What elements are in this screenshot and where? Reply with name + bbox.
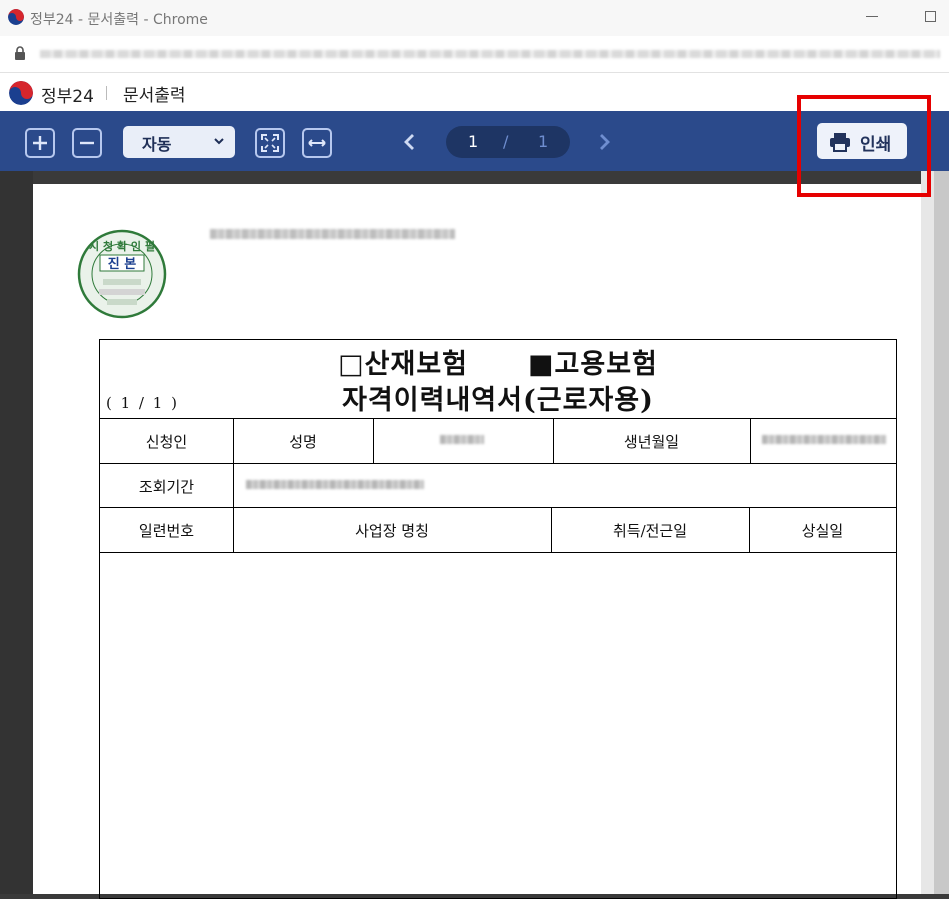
fit-width-button[interactable]: [302, 128, 332, 158]
viewport-right-margin: [921, 171, 934, 894]
seal-top-text: 시 청 확 인 필: [89, 239, 155, 253]
official-seal-icon: 시 청 확 인 필 진 본: [77, 229, 167, 319]
zoom-in-button[interactable]: [25, 128, 55, 158]
table-rule: [750, 418, 751, 463]
seal-center-text: 진 본: [108, 256, 136, 272]
fit-width-icon: [308, 139, 326, 147]
industrial-accident-insurance-option: □산재보험: [338, 349, 468, 380]
zoom-in-icon: [33, 136, 47, 150]
inquiry-period-value-blurred: [246, 480, 424, 489]
table-rule: [100, 507, 896, 508]
column-workplace-name: 사업장 명칭: [355, 522, 429, 540]
url-text-blurred[interactable]: [40, 50, 940, 58]
fit-page-button[interactable]: [255, 128, 285, 158]
column-loss-date: 상실일: [801, 522, 844, 540]
name-label: 성명: [289, 433, 317, 451]
scrollbar[interactable]: [934, 171, 949, 894]
qualification-history-form: □산재보험 ■고용보험 자격이력내역서(근로자용) ( 1 / 1 ) 신청인 성…: [99, 339, 897, 899]
zoom-out-button[interactable]: [72, 128, 102, 158]
page-separator: /: [503, 132, 509, 151]
window-title: 정부24 - 문서출력 - Chrome: [30, 12, 208, 28]
chevron-down-icon: [214, 138, 224, 145]
table-rule: [100, 418, 896, 419]
minimize-icon[interactable]: [866, 16, 878, 17]
issuer-info-blurred: [210, 229, 455, 239]
birth-date-label: 생년월일: [623, 433, 680, 451]
browser-title-bar: 정부24 - 문서출력 - Chrome: [0, 0, 949, 36]
form-title-line2: 자격이력내역서(근로자용): [342, 385, 654, 416]
applicant-label: 신청인: [145, 433, 188, 451]
print-button-highlight: [797, 95, 931, 197]
column-serial-number: 일련번호: [138, 522, 195, 540]
zoom-out-icon: [80, 141, 94, 145]
birth-date-value-blurred: [762, 435, 886, 444]
maximize-icon[interactable]: [925, 11, 936, 22]
inquiry-period-label: 조회기간: [138, 478, 195, 496]
form-title-line1: □산재보험 ■고용보험: [100, 342, 896, 381]
table-rule: [233, 463, 234, 507]
document-page: 시 청 확 인 필 진 본 □산재보험 ■고용보험 자격이력내역서(근로자용) (…: [33, 184, 921, 899]
lock-icon: [15, 46, 25, 60]
table-rule: [373, 418, 374, 463]
zoom-value: 자동: [142, 135, 172, 154]
viewport-left-margin: [0, 171, 33, 894]
name-value-blurred: [440, 435, 484, 444]
prev-page-icon[interactable]: [401, 133, 419, 151]
table-rule: [100, 552, 896, 553]
employment-insurance-option: ■고용보험: [528, 349, 658, 380]
fit-page-icon: [261, 134, 279, 152]
total-pages: 1: [538, 132, 549, 151]
header-divider: [106, 86, 107, 100]
gov24-logo-icon: [9, 81, 33, 105]
current-page[interactable]: 1: [468, 132, 478, 151]
column-acquisition-date: 취득/전근일: [612, 522, 688, 540]
next-page-icon[interactable]: [595, 133, 613, 151]
gov24-logo-icon: [8, 9, 24, 25]
page-indicator[interactable]: 1 / 1: [446, 126, 570, 158]
table-rule: [100, 463, 896, 464]
form-page-indicator: ( 1 / 1 ): [106, 394, 179, 412]
brand-name: 정부24: [41, 87, 94, 107]
address-bar[interactable]: [0, 36, 949, 73]
page-title: 문서출력: [123, 86, 186, 106]
zoom-select[interactable]: 자동: [123, 126, 235, 158]
